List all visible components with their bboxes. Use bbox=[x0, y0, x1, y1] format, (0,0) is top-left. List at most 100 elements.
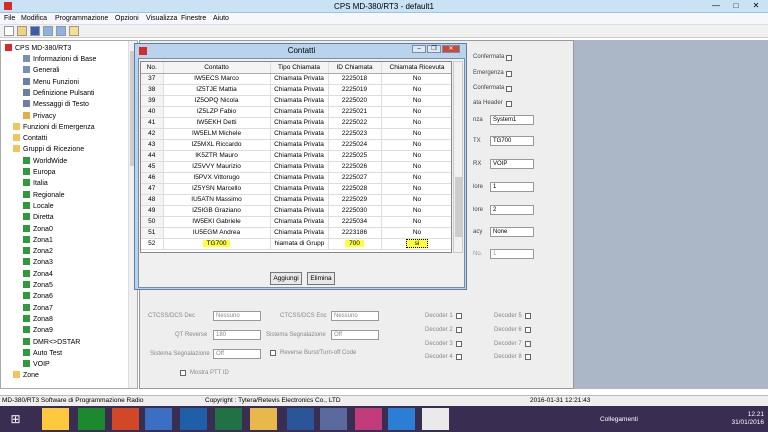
table-cell[interactable]: 2225034 bbox=[328, 216, 382, 228]
table-cell[interactable]: No bbox=[381, 161, 451, 173]
column-header[interactable]: Contatto bbox=[163, 62, 271, 74]
chrome-icon[interactable] bbox=[250, 408, 277, 430]
table-cell[interactable]: No bbox=[381, 205, 451, 217]
table-cell[interactable]: Chiamata Privata bbox=[270, 73, 329, 85]
bg-checkbox[interactable] bbox=[506, 86, 512, 92]
table-cell[interactable]: IZ5VVY Maurizio bbox=[163, 161, 271, 173]
table-cell[interactable]: 2225023 bbox=[328, 128, 382, 140]
table-cell[interactable]: Chiamata Privata bbox=[270, 227, 329, 239]
table-cell[interactable]: IZ5IGB Graziano bbox=[163, 205, 271, 217]
table-cell[interactable]: 37 bbox=[141, 73, 164, 85]
tree-item[interactable]: Auto Test bbox=[23, 348, 62, 359]
key-icon[interactable] bbox=[69, 26, 79, 36]
tree-item[interactable]: Zona3 bbox=[23, 257, 53, 268]
menu-file[interactable]: File bbox=[4, 15, 15, 22]
menu-aiuto[interactable]: Aiuto bbox=[213, 15, 229, 22]
table-cell[interactable]: 2225022 bbox=[328, 117, 382, 129]
tree-item[interactable]: Diretta bbox=[23, 212, 54, 223]
table-cell[interactable]: 2225025 bbox=[328, 150, 382, 162]
table-cell[interactable]: Chiamata Privata bbox=[270, 216, 329, 228]
table-cell[interactable]: 49 bbox=[141, 205, 164, 217]
tree-item[interactable]: Generali bbox=[23, 65, 59, 76]
table-cell[interactable]: Chiamata Privata bbox=[270, 84, 329, 96]
tree-item[interactable]: Privacy bbox=[23, 111, 56, 122]
new-file-icon[interactable] bbox=[4, 26, 14, 36]
table-cell[interactable]: 2225018 bbox=[328, 73, 382, 85]
table-cell[interactable]: IZ5OPQ Nicola bbox=[163, 95, 271, 107]
table-cell[interactable]: IW5ECS Marco bbox=[163, 73, 271, 85]
file-explorer-icon[interactable] bbox=[42, 408, 69, 430]
minimize-button[interactable]: — bbox=[706, 1, 726, 11]
table-cell[interactable]: I5PVX Vittorugo bbox=[163, 172, 271, 184]
tree-item[interactable]: Zona2 bbox=[23, 246, 53, 257]
table-cell[interactable]: 2225019 bbox=[328, 84, 382, 96]
tree-item[interactable]: Zone bbox=[13, 370, 39, 381]
tree-root[interactable]: CPS MD-380/RT3 bbox=[5, 43, 71, 54]
tree-item[interactable]: Messaggi di Testo bbox=[23, 99, 89, 110]
table-row[interactable]: 48 IU5ATN Massimo Chiamata Privata 2225029 N… bbox=[141, 194, 451, 206]
bg-select[interactable]: System1 bbox=[490, 115, 534, 125]
table-cell[interactable]: No bbox=[381, 73, 451, 85]
dialog-restore-button[interactable]: ❐ bbox=[427, 45, 441, 53]
table-cell[interactable]: No bbox=[381, 172, 451, 184]
table-cell[interactable]: Chiamata Privata bbox=[270, 205, 329, 217]
tree-item[interactable]: Zona7 bbox=[23, 303, 53, 314]
table-cell[interactable]: Chiamata Privata bbox=[270, 150, 329, 162]
column-header[interactable]: Chiamata Ricevuta bbox=[381, 62, 451, 74]
table-cell[interactable]: 50 bbox=[141, 216, 164, 228]
windows-start-icon[interactable]: ⊞ bbox=[2, 408, 29, 430]
table-cell[interactable]: hiamata di Grupp bbox=[270, 238, 329, 250]
tree-item[interactable]: Regionale bbox=[23, 190, 65, 201]
table-cell[interactable]: Chiamata Privata bbox=[270, 117, 329, 129]
table-cell[interactable]: si bbox=[381, 238, 451, 250]
word-icon[interactable] bbox=[287, 408, 314, 430]
tree-item[interactable]: Zona0 bbox=[23, 224, 53, 235]
office-icon[interactable] bbox=[112, 408, 139, 430]
table-cell[interactable]: 44 bbox=[141, 150, 164, 162]
table-cell[interactable]: 46 bbox=[141, 172, 164, 184]
bg-select[interactable]: TG700 bbox=[490, 136, 534, 146]
table-cell[interactable]: 2225021 bbox=[328, 106, 382, 118]
table-cell[interactable]: Chiamata Privata bbox=[270, 194, 329, 206]
bg-select[interactable]: 1 bbox=[490, 182, 534, 192]
internet-explorer-icon[interactable] bbox=[388, 408, 415, 430]
table-cell[interactable]: TG700 bbox=[163, 238, 271, 250]
excel-icon[interactable] bbox=[215, 408, 242, 430]
column-header[interactable]: Tipo Chiamata bbox=[270, 62, 329, 74]
table-cell[interactable]: IK5ZTR Mauro bbox=[163, 150, 271, 162]
table-row[interactable]: 39 IZ5OPQ Nicola Chiamata Privata 2225020 No bbox=[141, 95, 451, 107]
table-row[interactable]: 37 IW5ECS Marco Chiamata Privata 2225018 No bbox=[141, 73, 451, 85]
table-cell[interactable]: 2223186 bbox=[328, 227, 382, 239]
table-cell[interactable]: 48 bbox=[141, 194, 164, 206]
tree-item[interactable]: Funzioni di Emergenza bbox=[13, 122, 95, 133]
delete-contact-button[interactable]: Elimina bbox=[307, 272, 335, 285]
table-cell[interactable]: IW5ELM Michele bbox=[163, 128, 271, 140]
tree-item[interactable]: Definizione Pulsanti bbox=[23, 88, 94, 99]
tree-item[interactable]: DMR<>DSTAR bbox=[23, 337, 80, 348]
maximize-button[interactable]: □ bbox=[726, 1, 746, 11]
table-row[interactable]: 44 IK5ZTR Mauro Chiamata Privata 2225025 No bbox=[141, 150, 451, 162]
itunes-icon[interactable] bbox=[355, 408, 382, 430]
table-cell[interactable]: 700 bbox=[328, 238, 382, 250]
table-cell[interactable]: 41 bbox=[141, 117, 164, 129]
table-row[interactable]: 43 IZ5MXL Riccardo Chiamata Privata 2225024… bbox=[141, 139, 451, 151]
tree-item[interactable]: VOIP bbox=[23, 359, 50, 370]
table-cell[interactable]: No bbox=[381, 95, 451, 107]
tree-item[interactable]: Informazioni di Base bbox=[23, 54, 96, 65]
outlook-icon[interactable] bbox=[180, 408, 207, 430]
table-row[interactable]: 41 IW5EKH Detti Chiamata Privata 2225022 No bbox=[141, 117, 451, 129]
tree-item[interactable]: Zona9 bbox=[23, 325, 53, 336]
table-row[interactable]: 50 IW5EKI Gabriele Chiamata Privata 2225034… bbox=[141, 216, 451, 228]
tree-item[interactable]: Zona1 bbox=[23, 235, 53, 246]
tree-item[interactable]: Europa bbox=[23, 167, 56, 178]
table-cell[interactable]: Chiamata Privata bbox=[270, 183, 329, 195]
table-cell[interactable]: Chiamata Privata bbox=[270, 128, 329, 140]
write-radio-icon[interactable] bbox=[56, 26, 66, 36]
system-clock[interactable]: 12.21 31/01/2016 bbox=[720, 411, 764, 427]
table-cell[interactable]: No bbox=[381, 227, 451, 239]
table-cell[interactable]: 43 bbox=[141, 139, 164, 151]
table-cell[interactable]: 51 bbox=[141, 227, 164, 239]
bg-select[interactable]: None bbox=[490, 227, 534, 237]
bg-checkbox[interactable] bbox=[506, 101, 512, 107]
add-contact-button[interactable]: Aggiungi bbox=[270, 272, 302, 285]
